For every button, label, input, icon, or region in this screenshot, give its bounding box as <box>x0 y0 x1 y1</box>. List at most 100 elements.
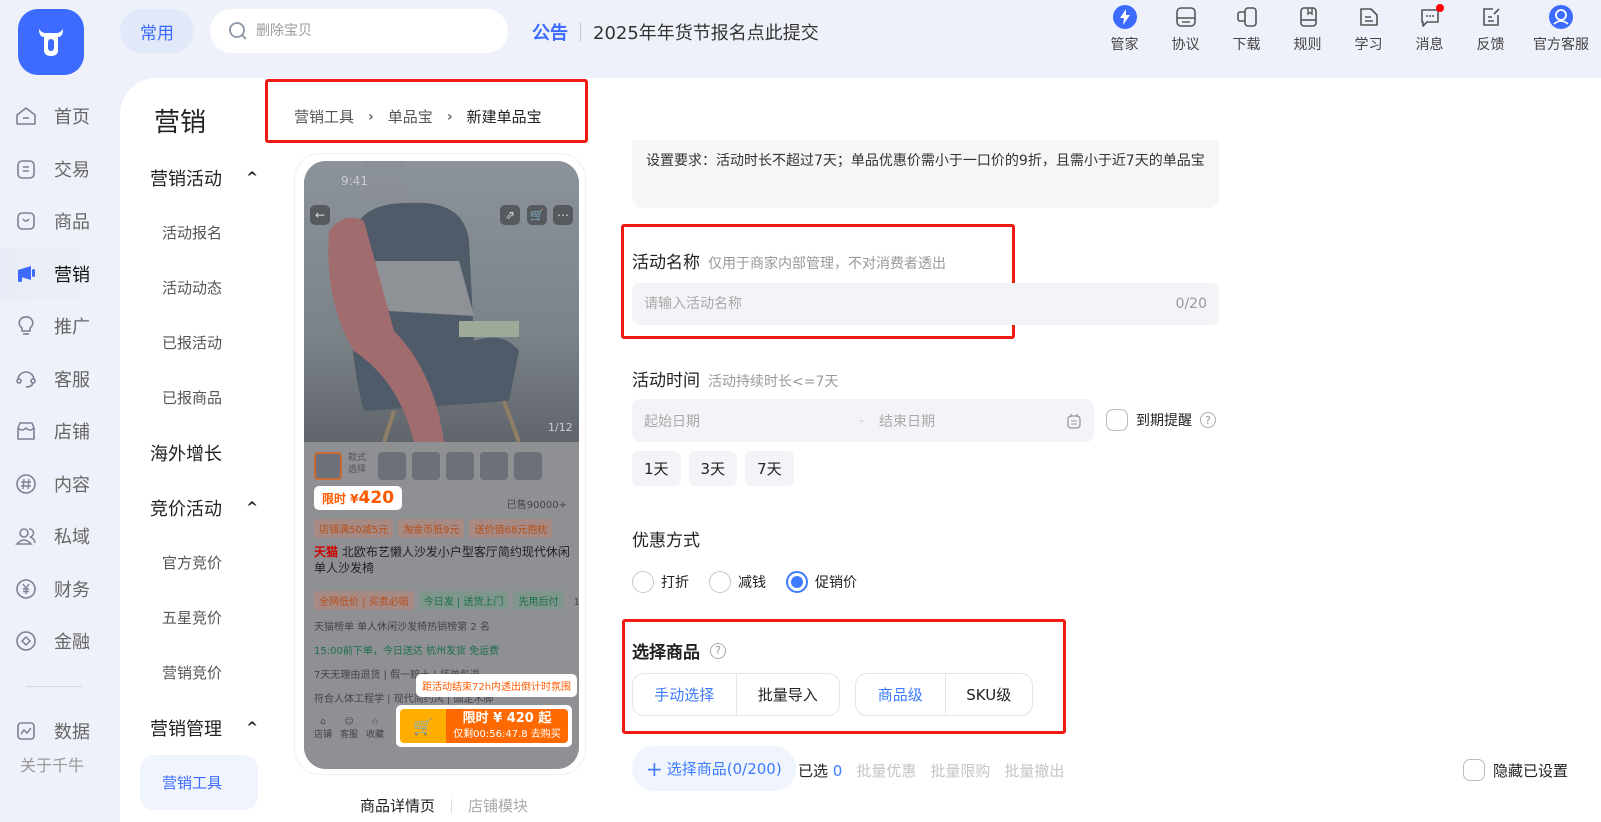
submenu-group-overseas[interactable]: 海外增长 <box>150 425 260 480</box>
action-label: 收藏 <box>366 730 385 740</box>
leftnav-item-finance[interactable]: 财务 <box>0 563 120 616</box>
start-date-input[interactable]: 起始日期 <box>644 411 859 431</box>
learn-icon <box>1356 4 1382 30</box>
breadcrumb-link[interactable]: 营销工具 <box>294 106 354 127</box>
common-button[interactable]: 常用 <box>120 9 194 53</box>
search-input[interactable] <box>256 23 476 39</box>
submenu-item[interactable]: 官方竞价 <box>150 535 260 590</box>
reminder-checkbox[interactable] <box>1106 409 1128 431</box>
back-arrow-icon: ← <box>310 205 330 225</box>
batch-discount-button[interactable]: 批量优惠 <box>856 760 916 781</box>
status-time: 9:41 <box>341 174 368 188</box>
level-sku[interactable]: SKU级 <box>944 674 1033 715</box>
topnav-learn[interactable]: 学习 <box>1338 4 1399 60</box>
discount-method-label: 优惠方式 <box>632 531 700 551</box>
topnav-butler[interactable]: 管家 <box>1094 4 1155 60</box>
preset-7-days[interactable]: 7天 <box>745 451 794 486</box>
calendar-icon[interactable] <box>1066 413 1082 429</box>
topnav-feedback[interactable]: 反馈 <box>1460 4 1521 60</box>
leftnav-item-data[interactable]: 数据 <box>0 705 120 758</box>
activity-name-field[interactable]: 0/20 <box>632 283 1219 325</box>
help-icon[interactable]: ? <box>710 642 726 659</box>
batch-limit-button[interactable]: 批量限购 <box>930 760 990 781</box>
left-nav: 首页 交易 商品 营销 推广 客服 店铺 内容 私域 财务 金融 数据 <box>0 90 120 757</box>
select-products-button[interactable]: + 选择商品(0/200) <box>632 746 796 791</box>
radio-reduce[interactable]: 减钱 <box>709 571 766 593</box>
yuan-icon <box>16 578 36 599</box>
tab-detail-page[interactable]: 商品详情页 <box>360 795 435 816</box>
submenu-item[interactable]: 已报活动 <box>150 315 260 370</box>
finance-icon <box>16 631 36 652</box>
price-prefix: 限时 ¥ <box>322 492 359 506</box>
submenu-group-marketing-activity[interactable]: 营销活动 ^ <box>150 150 260 205</box>
share-icon: ⇗ <box>500 205 520 225</box>
leftnav-item-home[interactable]: 首页 <box>0 90 120 143</box>
app-logo[interactable] <box>18 9 84 75</box>
search-box[interactable] <box>210 9 508 53</box>
help-icon[interactable]: ? <box>1200 412 1216 428</box>
radio-discount[interactable]: 打折 <box>632 571 689 593</box>
leftnav-label: 财务 <box>54 579 90 601</box>
about-link[interactable]: 关于千牛 <box>20 752 84 776</box>
level-product[interactable]: 商品级 <box>856 674 945 715</box>
selected-count: 已选 0 <box>798 760 842 781</box>
topnav-customer-service[interactable]: 官方客服 <box>1521 4 1601 60</box>
leftnav-item-fintech[interactable]: 金融 <box>0 615 120 668</box>
leftnav-item-service[interactable]: 客服 <box>0 353 120 406</box>
breadcrumb: 营销工具 › 单品宝 › 新建单品宝 <box>294 106 542 127</box>
submenu-item[interactable]: 营销竞价 <box>150 645 260 700</box>
service-tags: 全网低价 | 买贵必赔今日发 | 送货上门先用后付 12年 <box>314 590 579 610</box>
radio-circle-selected[interactable] <box>786 571 808 593</box>
topnav-download[interactable]: 下载 <box>1216 4 1277 60</box>
top-nav: 管家 协议 下载 规则 学习 消息 反馈 官方客服 <box>1094 4 1601 60</box>
preset-1-day[interactable]: 1天 <box>632 451 681 486</box>
topnav-rules[interactable]: 规则 <box>1277 4 1338 60</box>
activity-name-input[interactable] <box>644 296 1144 312</box>
product-title-text: 北欧布艺懒人沙发小户型客厅简约现代休闲单人沙发椅 <box>314 545 570 575</box>
info-line: 15:00前下单，今日送达 杭州发货 免运费 <box>314 646 500 657</box>
preset-3-days[interactable]: 3天 <box>688 451 738 486</box>
topnav-message[interactable]: 消息 <box>1399 4 1460 60</box>
expiry-reminder[interactable]: 到期提醒 ? <box>1106 409 1216 431</box>
preview-tabs: 商品详情页 店铺模块 <box>360 795 528 816</box>
submenu-group-management[interactable]: 营销管理 ^ <box>150 700 260 755</box>
topnav-agreement[interactable]: 协议 <box>1155 4 1216 60</box>
buy-sub: 仅剩00:56:47.8 去购买 <box>453 729 561 740</box>
leftnav-item-promotion[interactable]: 推广 <box>0 300 120 353</box>
notice-bar[interactable]: 公告 2025年年货节报名点此提交 <box>532 18 819 46</box>
submenu-group-bidding[interactable]: 竞价活动 ^ <box>150 480 260 535</box>
price-pill: 限时 ¥420 <box>314 486 403 510</box>
breadcrumb-link[interactable]: 单品宝 <box>388 106 433 127</box>
notice-link[interactable]: 2025年年货节报名点此提交 <box>593 19 819 45</box>
mode-manual[interactable]: 手动选择 <box>633 674 736 715</box>
style-thumbnails: 款式选择 <box>314 452 542 480</box>
date-range-picker[interactable]: 起始日期 - 结束日期 <box>632 399 1094 442</box>
hide-configured-checkbox[interactable] <box>1463 759 1485 781</box>
submenu-item[interactable]: 五星竞价 <box>150 590 260 645</box>
radio-circle[interactable] <box>632 571 654 593</box>
field-label: 活动时间 <box>632 371 700 391</box>
hide-configured[interactable]: 隐藏已设置 <box>1463 759 1568 781</box>
section-submenu: 营销活动 ^ 活动报名 活动动态 已报活动 已报商品 海外增长 竞价活动 ^ 官方竞… <box>140 150 260 810</box>
leftnav-item-store[interactable]: 店铺 <box>0 405 120 458</box>
selected-label: 已选 <box>798 762 829 780</box>
batch-remove-button[interactable]: 批量撤出 <box>1004 760 1064 781</box>
submenu-item-active[interactable]: 营销工具 <box>140 755 258 810</box>
bottom-action-icons: ⌂ 店铺 ☺ 客服 ☆ 收藏 <box>314 717 384 740</box>
mode-batch-import[interactable]: 批量导入 <box>735 674 840 715</box>
coupon-row: 店铺满50减5元 淘金币抵9元 送价值68元抱枕 <box>314 518 557 538</box>
radio-promo-price[interactable]: 促销价 <box>786 571 857 593</box>
service-action: ☺ 客服 <box>340 717 358 740</box>
leftnav-item-content[interactable]: 内容 <box>0 458 120 511</box>
thumbnail <box>514 452 542 480</box>
leftnav-item-goods[interactable]: 商品 <box>0 195 120 248</box>
radio-circle[interactable] <box>709 571 731 593</box>
leftnav-item-private[interactable]: 私域 <box>0 510 120 563</box>
submenu-item[interactable]: 活动报名 <box>150 205 260 260</box>
leftnav-item-trade[interactable]: 交易 <box>0 143 120 196</box>
tab-store-module[interactable]: 店铺模块 <box>468 795 528 816</box>
end-date-input[interactable]: 结束日期 <box>879 411 1066 431</box>
submenu-item[interactable]: 活动动态 <box>150 260 260 315</box>
leftnav-item-marketing[interactable]: 营销 <box>0 247 120 300</box>
submenu-item[interactable]: 已报商品 <box>150 370 260 425</box>
